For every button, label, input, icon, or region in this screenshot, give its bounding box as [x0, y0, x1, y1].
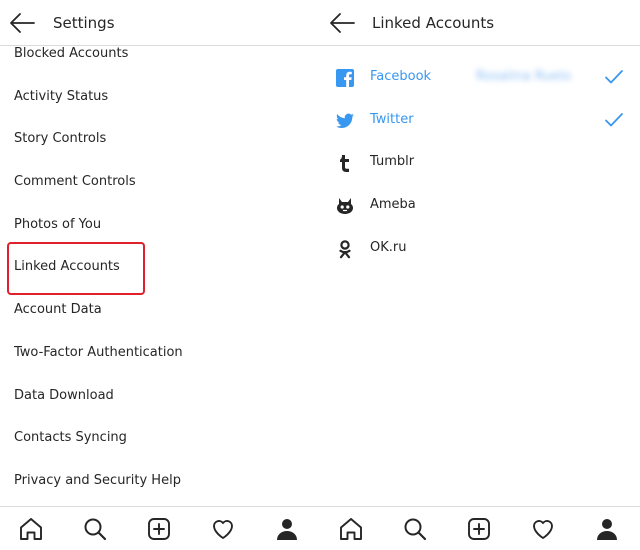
- settings-item-label: Privacy and Security Help: [14, 472, 181, 488]
- facebook-icon: [335, 68, 355, 88]
- settings-item-linked-accounts[interactable]: Linked Accounts: [0, 246, 320, 289]
- linked-item-tumblr[interactable]: Tumblr: [320, 141, 640, 184]
- home-icon[interactable]: [338, 516, 366, 542]
- settings-item-label: Data Download: [14, 387, 114, 403]
- linked-accounts-list: Facebook Rosalina Ruelo Twitter Tumblr A…: [320, 56, 640, 269]
- settings-item-privacy-security-help[interactable]: Privacy and Security Help: [0, 460, 320, 503]
- linked-item-label: OK.ru: [370, 239, 407, 255]
- settings-item-label: Activity Status: [14, 88, 109, 104]
- linked-item-label: Ameba: [370, 197, 416, 213]
- settings-item-two-factor-authentication[interactable]: Two-Factor Authentication: [0, 332, 320, 375]
- settings-item-story-controls[interactable]: Story Controls: [0, 118, 320, 161]
- settings-item-activity-status[interactable]: Activity Status: [0, 76, 320, 119]
- activity-heart-icon[interactable]: [530, 516, 558, 542]
- tab-bar: [0, 506, 320, 550]
- profile-icon[interactable]: [594, 516, 622, 542]
- linked-item-label: Facebook: [370, 69, 432, 84]
- tab-bar: [320, 506, 640, 550]
- profile-icon[interactable]: [274, 516, 302, 542]
- settings-item-data-download[interactable]: Data Download: [0, 375, 320, 418]
- back-arrow-icon[interactable]: [329, 12, 355, 34]
- checkmark-icon: [604, 111, 624, 129]
- settings-item-blocked-accounts[interactable]: Blocked Accounts: [0, 33, 320, 76]
- add-post-icon[interactable]: [146, 516, 174, 542]
- settings-item-label: Linked Accounts: [14, 259, 120, 275]
- ameba-icon: [335, 196, 355, 216]
- linked-item-facebook[interactable]: Facebook Rosalina Ruelo: [320, 56, 640, 99]
- linked-item-label: Tumblr: [370, 154, 415, 170]
- linked-item-label: Twitter: [370, 111, 414, 127]
- settings-item-label: Blocked Accounts: [14, 46, 129, 61]
- settings-item-label: Comment Controls: [14, 174, 136, 190]
- okru-icon: [335, 239, 355, 259]
- back-arrow-icon[interactable]: [9, 12, 35, 34]
- linked-item-twitter[interactable]: Twitter: [320, 99, 640, 142]
- settings-item-label: Story Controls: [14, 131, 107, 147]
- twitter-icon: [335, 111, 355, 131]
- linked-item-ameba[interactable]: Ameba: [320, 184, 640, 227]
- home-icon[interactable]: [18, 516, 46, 542]
- linked-item-okru[interactable]: OK.ru: [320, 227, 640, 270]
- settings-item-comment-controls[interactable]: Comment Controls: [0, 161, 320, 204]
- tumblr-icon: [335, 153, 355, 173]
- page-title: Settings: [53, 14, 115, 32]
- settings-item-label: Photos of You: [14, 216, 102, 232]
- linked-account-name: Rosalina Ruelo: [476, 69, 571, 84]
- settings-item-label: Contacts Syncing: [14, 430, 127, 446]
- settings-item-contacts-syncing[interactable]: Contacts Syncing: [0, 417, 320, 460]
- add-post-icon[interactable]: [466, 516, 494, 542]
- search-icon[interactable]: [82, 516, 110, 542]
- linked-accounts-panel: Linked Accounts Facebook Rosalina Ruelo …: [320, 0, 640, 550]
- activity-heart-icon[interactable]: [210, 516, 238, 542]
- settings-item-account-data[interactable]: Account Data: [0, 289, 320, 332]
- checkmark-icon: [604, 68, 624, 86]
- settings-list: Blocked Accounts Activity Status Story C…: [0, 33, 320, 503]
- search-icon[interactable]: [402, 516, 430, 542]
- settings-item-photos-of-you[interactable]: Photos of You: [0, 204, 320, 247]
- linked-accounts-header: Linked Accounts: [320, 0, 640, 46]
- settings-item-label: Account Data: [14, 302, 102, 318]
- settings-item-label: Two-Factor Authentication: [14, 344, 183, 360]
- page-title: Linked Accounts: [372, 14, 495, 32]
- settings-panel: Settings Blocked Accounts Activity Statu…: [0, 0, 320, 550]
